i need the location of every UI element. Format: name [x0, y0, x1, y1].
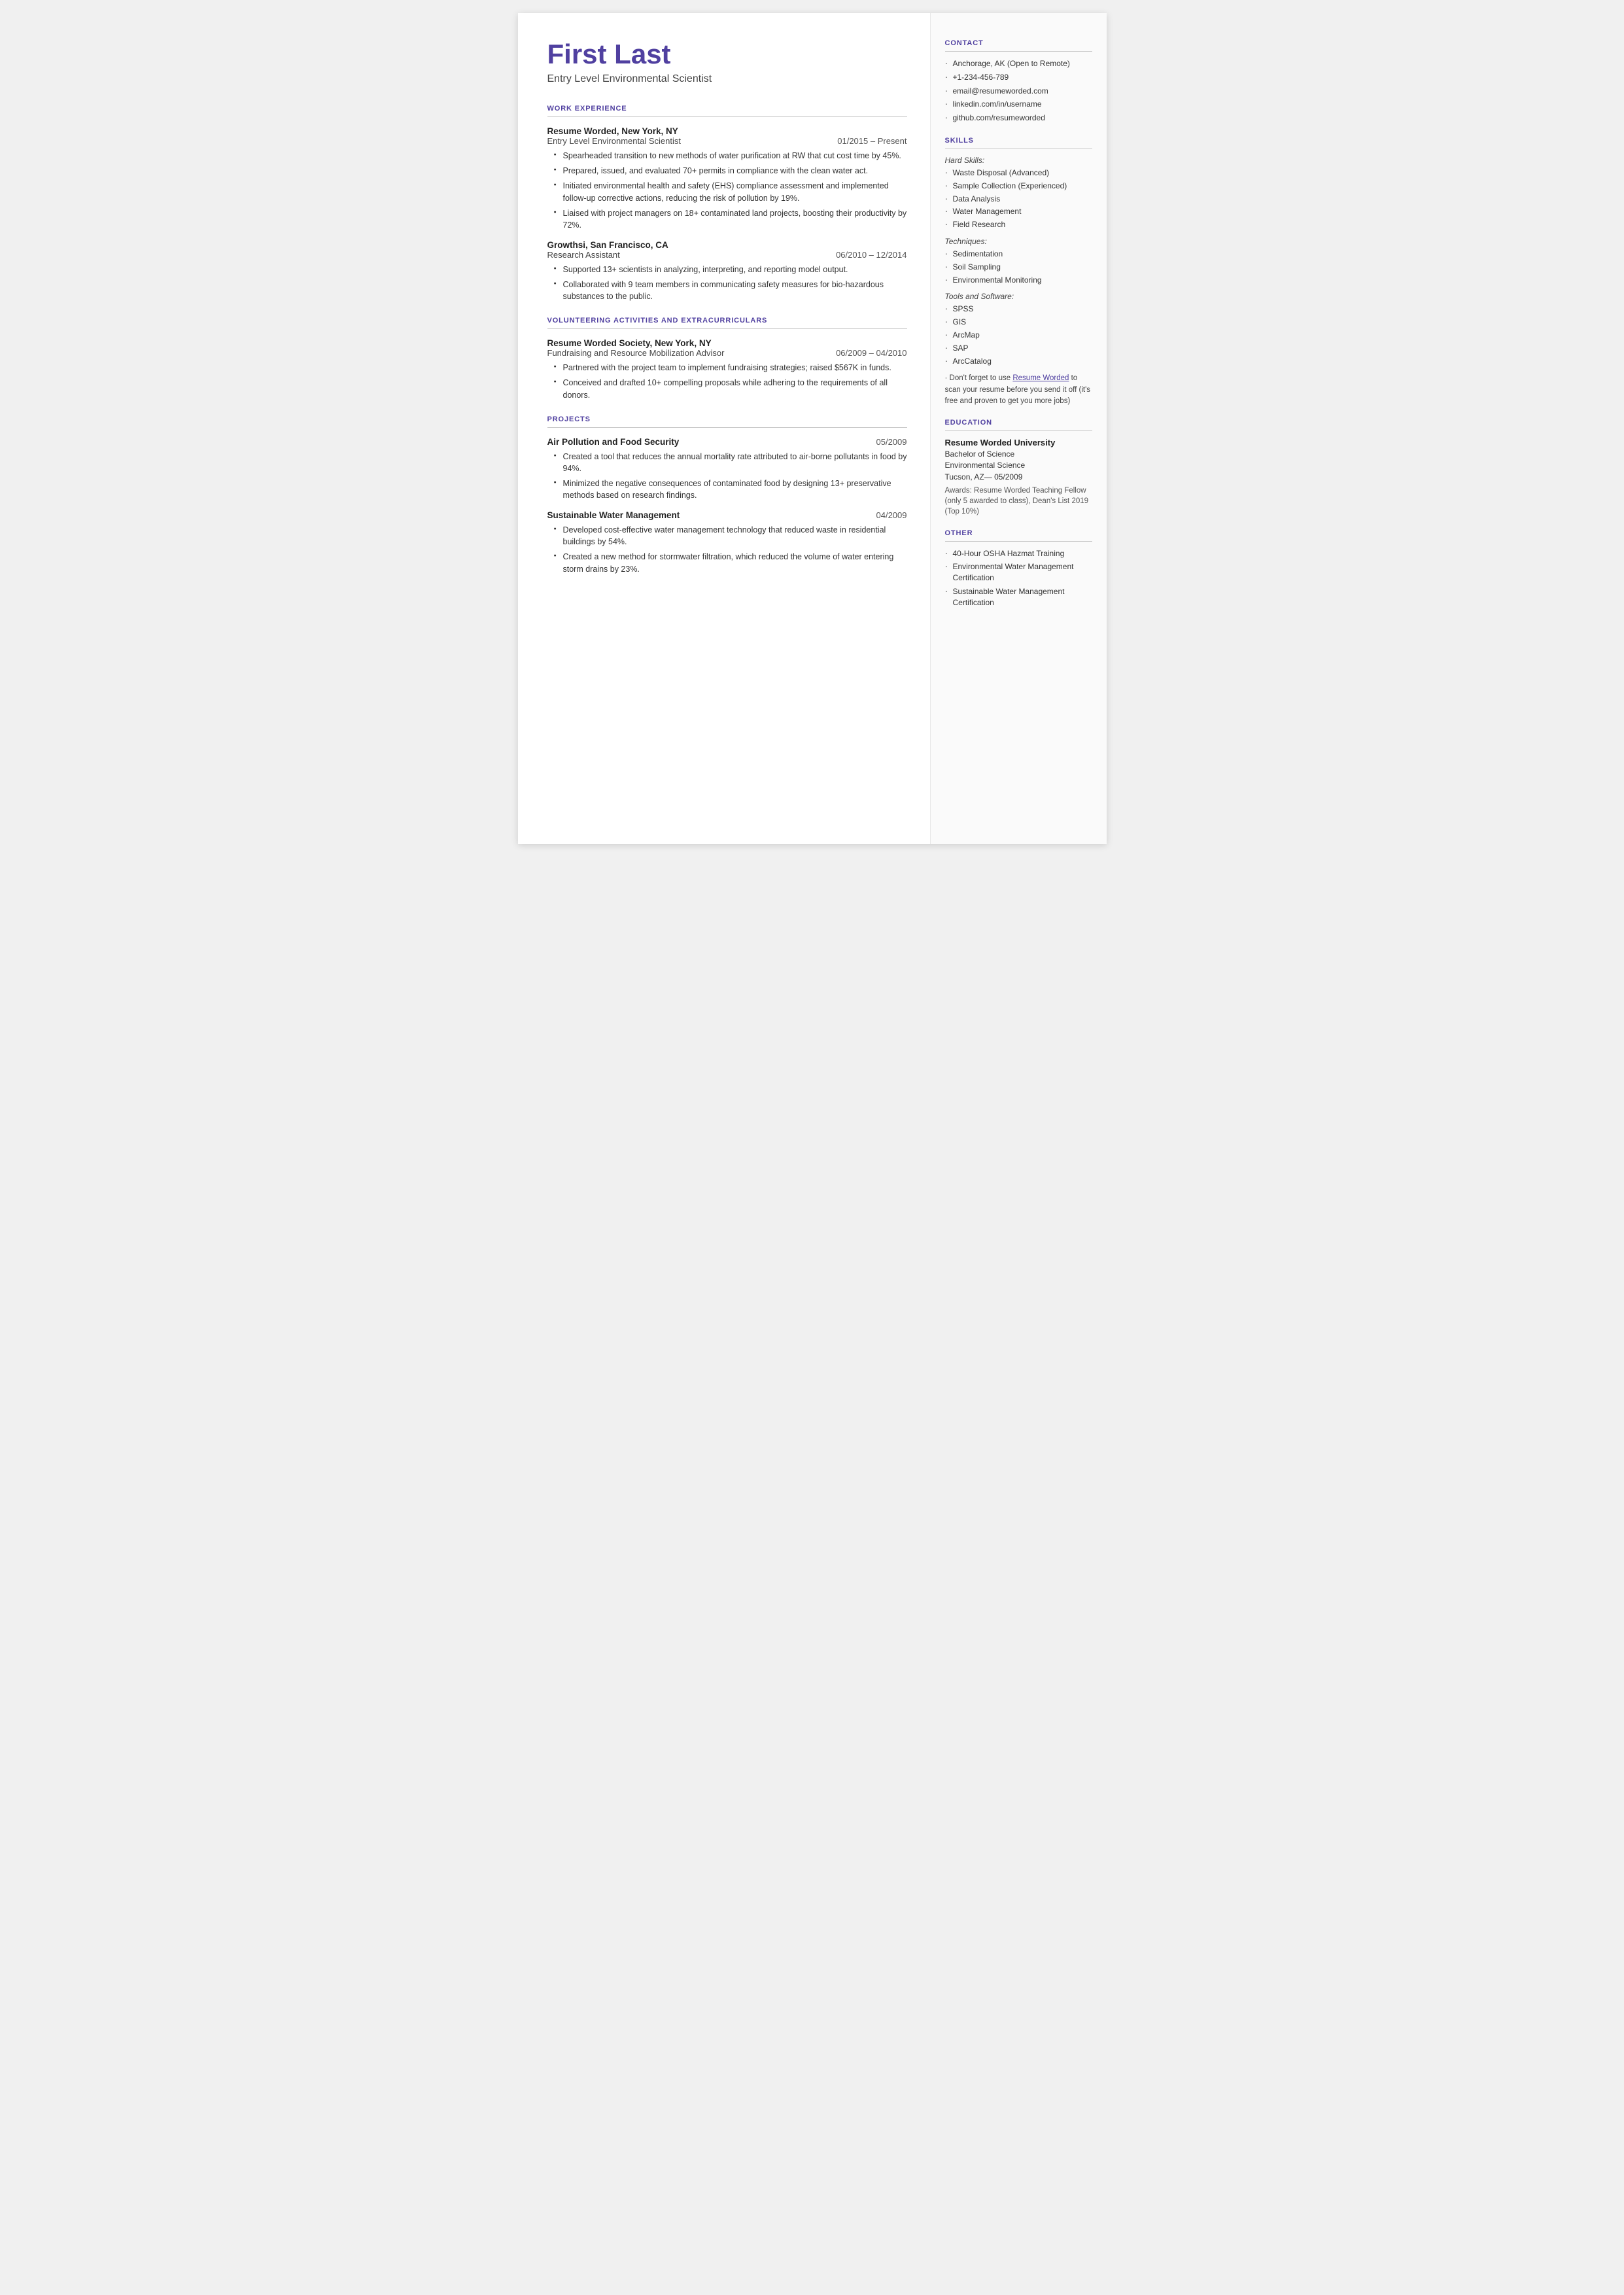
- list-item: Soil Sampling: [945, 262, 1092, 273]
- header-section: First Last Entry Level Environmental Sci…: [547, 39, 907, 85]
- project-1-title: Air Pollution and Food Security: [547, 437, 680, 447]
- education-heading: EDUCATION: [945, 419, 1092, 427]
- list-item: linkedin.com/in/username: [945, 99, 1092, 110]
- skills-heading: SKILLS: [945, 137, 1092, 145]
- list-item: email@resumeworded.com: [945, 86, 1092, 97]
- job-2-title-date: Research Assistant 06/2010 – 12/2014: [547, 250, 907, 260]
- tools-label: Tools and Software:: [945, 292, 1092, 301]
- job-1-header: Resume Worded, New York, NY Entry Level …: [547, 126, 907, 146]
- list-item: Prepared, issued, and evaluated 70+ perm…: [554, 165, 907, 177]
- edu-degree-name: Bachelor of Science: [945, 449, 1015, 459]
- volunteering-heading: VOLUNTEERING ACTIVITIES AND EXTRACURRICU…: [547, 317, 907, 324]
- list-item: Sample Collection (Experienced): [945, 181, 1092, 192]
- list-item: Initiated environmental health and safet…: [554, 180, 907, 203]
- projects-divider: [547, 427, 907, 428]
- list-item: Anchorage, AK (Open to Remote): [945, 58, 1092, 69]
- list-item: Spearheaded transition to new methods of…: [554, 150, 907, 162]
- resume-worded-link[interactable]: Resume Worded: [1012, 374, 1069, 382]
- list-item: SPSS: [945, 304, 1092, 315]
- other-divider: [945, 541, 1092, 542]
- project-1-bullets: Created a tool that reduces the annual m…: [554, 451, 907, 502]
- edu-degree: Bachelor of Science Environmental Scienc…: [945, 449, 1092, 483]
- vol-1-date: 06/2009 – 04/2010: [836, 348, 907, 358]
- vol-1-title-date: Fundraising and Resource Mobilization Ad…: [547, 348, 907, 358]
- list-item: Partnered with the project team to imple…: [554, 362, 907, 374]
- vol-1-company: Resume Worded Society, New York, NY: [547, 338, 907, 348]
- hard-skills-label: Hard Skills:: [945, 156, 1092, 165]
- list-item: ArcMap: [945, 330, 1092, 341]
- list-item: SAP: [945, 343, 1092, 354]
- vol-1-bullets: Partnered with the project team to imple…: [554, 362, 907, 400]
- list-item: Created a tool that reduces the annual m…: [554, 451, 907, 474]
- job-1-title-date: Entry Level Environmental Scientist 01/2…: [547, 136, 907, 146]
- job-1-company: Resume Worded, New York, NY: [547, 126, 907, 136]
- techniques-list: Sedimentation Soil Sampling Environmenta…: [945, 249, 1092, 285]
- list-item: +1-234-456-789: [945, 72, 1092, 83]
- list-item: Developed cost-effective water managemen…: [554, 524, 907, 548]
- right-column: CONTACT Anchorage, AK (Open to Remote) +…: [930, 13, 1107, 844]
- vol-1-header: Resume Worded Society, New York, NY Fund…: [547, 338, 907, 358]
- list-item: Collaborated with 9 team members in comm…: [554, 279, 907, 302]
- left-column: First Last Entry Level Environmental Sci…: [518, 13, 930, 844]
- contact-divider: [945, 51, 1092, 52]
- techniques-label: Techniques:: [945, 237, 1092, 246]
- project-2-bullets: Developed cost-effective water managemen…: [554, 524, 907, 575]
- list-item: Sustainable Water Management Certificati…: [945, 586, 1092, 608]
- contact-heading: CONTACT: [945, 39, 1092, 47]
- list-item: Minimized the negative consequences of c…: [554, 478, 907, 501]
- volunteering-divider: [547, 328, 907, 329]
- project-2-date: 04/2009: [876, 510, 907, 520]
- other-list: 40-Hour OSHA Hazmat Training Environment…: [945, 548, 1092, 608]
- candidate-name: First Last: [547, 39, 907, 69]
- resume-page: First Last Entry Level Environmental Sci…: [518, 13, 1107, 844]
- list-item: Conceived and drafted 10+ compelling pro…: [554, 377, 907, 400]
- edu-location-date: Tucson, AZ— 05/2009: [945, 472, 1023, 482]
- work-experience-heading: WORK EXPERIENCE: [547, 105, 907, 113]
- candidate-title: Entry Level Environmental Scientist: [547, 73, 907, 85]
- education-divider: [945, 430, 1092, 431]
- tools-list: SPSS GIS ArcMap SAP ArcCatalog: [945, 304, 1092, 366]
- list-item: ArcCatalog: [945, 356, 1092, 367]
- list-item: 40-Hour OSHA Hazmat Training: [945, 548, 1092, 559]
- job-2-header: Growthsi, San Francisco, CA Research Ass…: [547, 240, 907, 260]
- project-2-title: Sustainable Water Management: [547, 510, 680, 520]
- job-1-position: Entry Level Environmental Scientist: [547, 136, 681, 146]
- edu-school: Resume Worded University: [945, 438, 1092, 447]
- other-heading: OTHER: [945, 529, 1092, 537]
- job-2-company: Growthsi, San Francisco, CA: [547, 240, 907, 250]
- vol-1-position: Fundraising and Resource Mobilization Ad…: [547, 348, 725, 358]
- job-1-date: 01/2015 – Present: [837, 136, 907, 146]
- list-item: Supported 13+ scientists in analyzing, i…: [554, 264, 907, 275]
- project-1-date: 05/2009: [876, 437, 907, 447]
- project-1-header: Air Pollution and Food Security 05/2009: [547, 437, 907, 447]
- list-item: Environmental Monitoring: [945, 275, 1092, 286]
- list-item: Data Analysis: [945, 194, 1092, 205]
- project-2-header: Sustainable Water Management 04/2009: [547, 510, 907, 520]
- list-item: Field Research: [945, 219, 1092, 230]
- promo-text: · Don't forget to use Resume Worded to s…: [945, 373, 1092, 407]
- projects-heading: PROJECTS: [547, 415, 907, 423]
- contact-list: Anchorage, AK (Open to Remote) +1-234-45…: [945, 58, 1092, 124]
- list-item: Waste Disposal (Advanced): [945, 167, 1092, 179]
- job-2-position: Research Assistant: [547, 250, 620, 260]
- list-item: GIS: [945, 317, 1092, 328]
- list-item: Water Management: [945, 206, 1092, 217]
- list-item: Sedimentation: [945, 249, 1092, 260]
- work-experience-divider: [547, 116, 907, 117]
- list-item: Liaised with project managers on 18+ con…: [554, 207, 907, 231]
- hard-skills-list: Waste Disposal (Advanced) Sample Collect…: [945, 167, 1092, 230]
- list-item: Created a new method for stormwater filt…: [554, 551, 907, 574]
- edu-field: Environmental Science: [945, 461, 1026, 470]
- list-item: Environmental Water Management Certifica…: [945, 561, 1092, 584]
- job-2-date: 06/2010 – 12/2014: [836, 250, 907, 260]
- job-2-bullets: Supported 13+ scientists in analyzing, i…: [554, 264, 907, 302]
- list-item: github.com/resumeworded: [945, 113, 1092, 124]
- job-1-bullets: Spearheaded transition to new methods of…: [554, 150, 907, 231]
- edu-awards: Awards: Resume Worded Teaching Fellow (o…: [945, 485, 1092, 517]
